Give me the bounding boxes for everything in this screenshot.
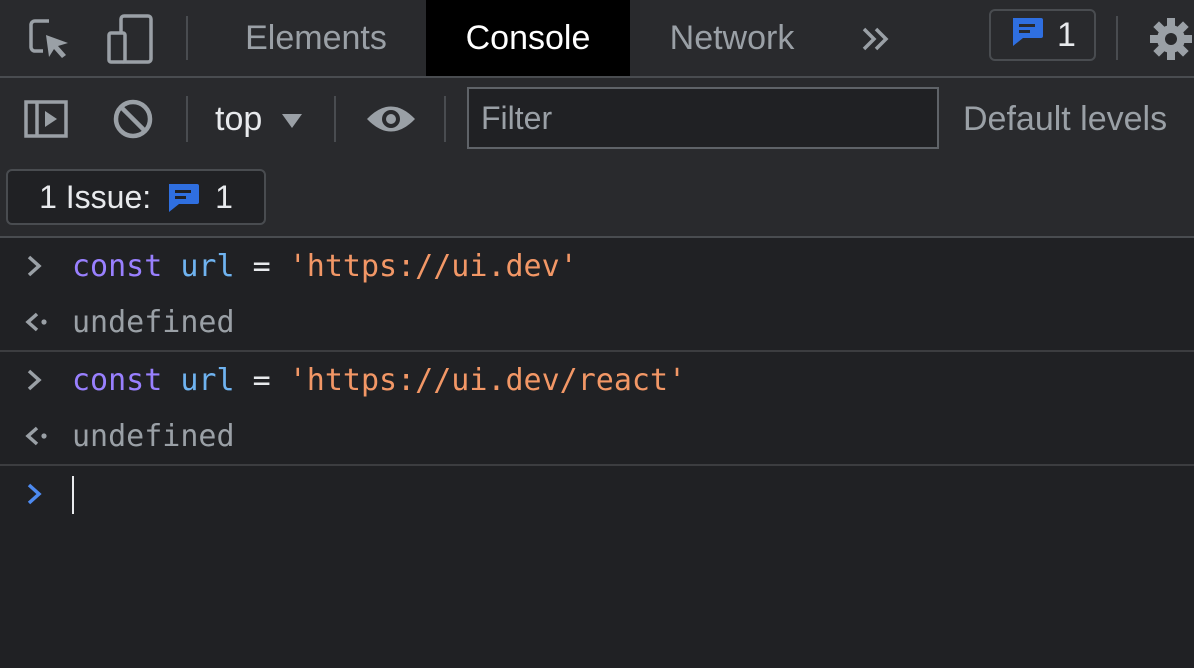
code-variable: url <box>180 362 235 398</box>
issues-count: 1 <box>1057 15 1076 54</box>
dropdown-triangle-icon <box>280 100 304 139</box>
console-input-line: const url = 'https://ui.dev' <box>0 238 1194 294</box>
code-keyword: const <box>72 248 163 284</box>
console-result-line: undefined <box>0 294 1194 352</box>
code-string: 'https://ui.dev/react' <box>288 362 687 398</box>
double-chevron-icon[interactable] <box>852 20 900 58</box>
code-string: 'https://ui.dev' <box>288 248 578 284</box>
issues-button[interactable]: 1 Issue: 1 <box>6 169 266 225</box>
chevron-right-icon <box>24 238 46 294</box>
gear-icon[interactable] <box>1148 16 1194 62</box>
code-variable: url <box>180 248 235 284</box>
toolbar-divider <box>334 96 336 142</box>
issues-bar-count: 1 <box>215 178 233 215</box>
return-arrow-icon <box>24 294 50 350</box>
inspect-element-icon[interactable] <box>26 16 74 64</box>
context-label: top <box>215 99 263 138</box>
chevron-right-icon <box>24 352 46 408</box>
toolbar-divider <box>1116 16 1118 60</box>
tab-console[interactable]: Console <box>426 0 630 76</box>
issues-label: 1 Issue: <box>39 178 152 215</box>
issues-bar: 1 Issue: 1 <box>0 160 1194 238</box>
log-levels-select[interactable]: Default levels <box>963 96 1167 142</box>
return-arrow-icon <box>24 408 50 464</box>
result-value: undefined <box>72 304 235 340</box>
toolbar-divider <box>444 96 446 142</box>
console-output[interactable]: const url = 'https://ui.dev' undefined c… <box>0 238 1194 668</box>
console-input-line: const url = 'https://ui.dev/react' <box>0 352 1194 408</box>
text-caret <box>72 476 74 514</box>
code-operator: = <box>252 248 271 284</box>
code-keyword: const <box>72 362 163 398</box>
devtools-tab-bar: Elements Console Network 1 <box>0 0 1194 78</box>
console-toolbar: top Default levels <box>0 78 1194 160</box>
devtools-window: Elements Console Network 1 top Filter De… <box>0 0 1194 668</box>
toolbar-divider <box>186 16 188 60</box>
toolbar-divider <box>186 96 188 142</box>
code-operator: = <box>252 362 271 398</box>
sidebar-toggle-icon[interactable] <box>22 96 70 142</box>
input-code: const url = 'https://ui.dev' <box>72 249 578 284</box>
device-toolbar-icon[interactable] <box>104 12 156 66</box>
issues-counter-button[interactable]: 1 <box>989 9 1096 61</box>
console-prompt[interactable] <box>0 466 1194 522</box>
execution-context-select[interactable]: top <box>215 96 304 142</box>
tab-elements[interactable]: Elements <box>218 0 414 76</box>
filter-input[interactable] <box>467 87 939 149</box>
tab-network[interactable]: Network <box>642 0 822 76</box>
input-code: const url = 'https://ui.dev/react' <box>72 363 686 398</box>
console-result-line: undefined <box>0 408 1194 466</box>
message-icon <box>1009 14 1045 57</box>
result-value: undefined <box>72 418 235 454</box>
message-icon <box>165 180 201 214</box>
eye-icon[interactable] <box>364 96 418 142</box>
chevron-right-icon <box>24 466 46 522</box>
clear-console-icon[interactable] <box>110 96 156 142</box>
